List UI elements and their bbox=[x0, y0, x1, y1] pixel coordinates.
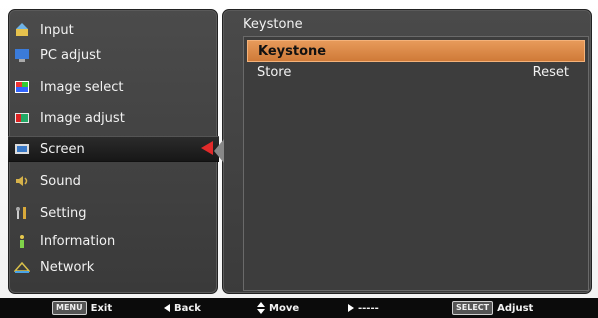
selection-arrow-icon bbox=[201, 141, 213, 155]
network-icon bbox=[14, 260, 30, 274]
submenu-title: Keystone bbox=[243, 17, 303, 32]
menu-item-image-adjust[interactable]: Image adjust bbox=[14, 106, 210, 130]
menu-key-icon: MENU bbox=[52, 301, 87, 315]
sound-icon bbox=[14, 174, 30, 188]
hint-label: Adjust bbox=[497, 302, 534, 314]
hint-label: Move bbox=[269, 302, 300, 314]
hint-exit: MENU Exit bbox=[52, 301, 112, 315]
hint-adjust: SELECT Adjust bbox=[452, 301, 533, 315]
setting-icon bbox=[14, 206, 30, 220]
up-down-arrow-icon bbox=[257, 302, 265, 314]
menu-item-label: Sound bbox=[40, 173, 81, 189]
menu-item-label: Setting bbox=[40, 205, 87, 221]
menu-item-label: Information bbox=[40, 233, 116, 249]
menu-item-sound[interactable]: Sound bbox=[14, 169, 210, 193]
menu-item-label: PC adjust bbox=[40, 47, 101, 63]
menu-item-label: Input bbox=[40, 22, 74, 38]
hint-move: Move bbox=[257, 302, 299, 314]
right-triangle-icon bbox=[348, 304, 354, 312]
select-key-icon: SELECT bbox=[452, 301, 494, 315]
row-label: Store bbox=[257, 64, 292, 80]
hint-label: Back bbox=[174, 302, 201, 314]
hint-label: Exit bbox=[90, 302, 113, 314]
hint-back: Back bbox=[164, 303, 201, 314]
menu-item-network[interactable]: Network bbox=[14, 255, 210, 279]
menu-item-label: Image adjust bbox=[40, 110, 125, 126]
pc-adjust-icon bbox=[14, 48, 30, 62]
hint-label: ----- bbox=[358, 302, 379, 314]
submenu-connector bbox=[214, 139, 224, 163]
image-select-icon bbox=[14, 80, 30, 94]
row-value: Reset bbox=[532, 64, 569, 80]
store-row[interactable]: Store Reset bbox=[247, 62, 583, 82]
menu-item-label: Network bbox=[40, 259, 95, 275]
hint-right: ----- bbox=[348, 303, 379, 314]
menu-item-pc-adjust[interactable]: PC adjust bbox=[14, 43, 210, 67]
menu-item-information[interactable]: Information bbox=[14, 229, 210, 253]
menu-item-label: Screen bbox=[40, 141, 85, 157]
row-label: Keystone bbox=[258, 43, 327, 59]
left-triangle-icon bbox=[164, 304, 170, 312]
input-icon bbox=[14, 23, 30, 37]
menu-item-label: Image select bbox=[40, 79, 124, 95]
screen-icon bbox=[14, 142, 30, 156]
menu-item-setting[interactable]: Setting bbox=[14, 201, 210, 225]
footer-hints: MENU Exit Back Move ----- SELECT Adjust bbox=[0, 298, 598, 318]
menu-item-screen[interactable]: Screen bbox=[8, 136, 219, 162]
image-adjust-icon bbox=[14, 111, 30, 125]
menu-item-image-select[interactable]: Image select bbox=[14, 75, 210, 99]
menu-item-input[interactable]: Input bbox=[14, 18, 210, 42]
keystone-row[interactable]: Keystone bbox=[247, 40, 585, 62]
information-icon bbox=[14, 234, 30, 248]
